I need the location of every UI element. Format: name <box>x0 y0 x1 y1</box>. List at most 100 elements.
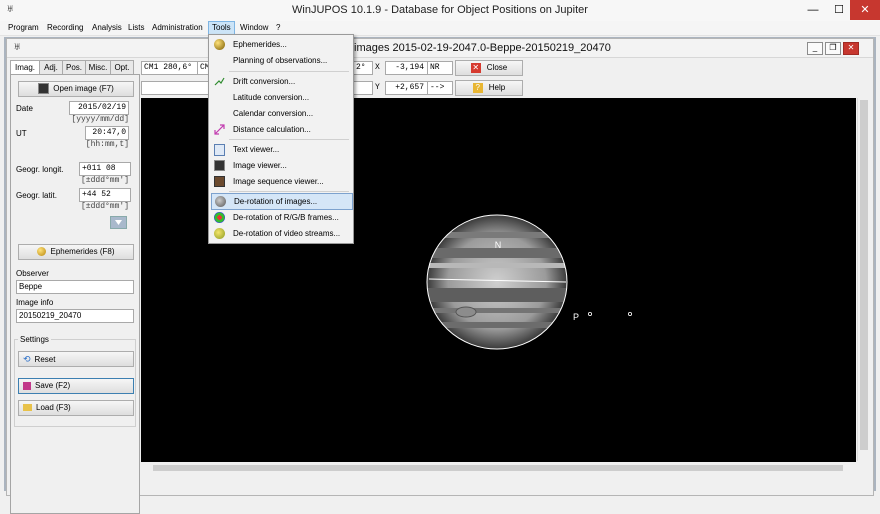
image-info-field[interactable]: 20150219_20470 <box>16 309 134 323</box>
chevron-down-icon <box>115 220 122 225</box>
observer-field[interactable]: Beppe <box>16 280 134 294</box>
menu-item-derotation-video[interactable]: De-rotation of video streams... <box>211 226 351 241</box>
angle-readout-2 <box>353 81 373 95</box>
menu-item-label: Planning of observations... <box>233 56 328 65</box>
tab-misc[interactable]: Misc. <box>85 60 111 75</box>
menu-item-latitude-conversion[interactable]: Latitude conversion... <box>211 90 351 105</box>
tab-opt[interactable]: Opt. <box>110 60 134 75</box>
reset-icon: ⟲ <box>23 354 31 364</box>
north-label: N <box>495 240 502 250</box>
image-info-label: Image info <box>16 298 54 307</box>
child-close-button[interactable]: ✕ <box>843 42 859 55</box>
menu-bar: Program Recording Analysis Lists Adminis… <box>0 21 880 36</box>
save-label: Save (F2) <box>35 381 71 390</box>
menu-window[interactable]: Window <box>237 22 271 34</box>
ut-label: UT <box>16 129 27 138</box>
image-window-title: images 2015-02-19-2047.0-Beppe-20150219_… <box>354 42 611 54</box>
minimize-button[interactable]: — <box>800 0 826 20</box>
menu-item-image-viewer[interactable]: Image viewer... <box>211 158 351 173</box>
image-settings-panel: Open image (F7) Date 2015/02/19 [yyyy/mm… <box>10 74 140 514</box>
longitude-field[interactable]: +011 08 <box>79 162 131 176</box>
menu-item-label: Drift conversion... <box>233 77 296 86</box>
menu-item-calendar-conversion[interactable]: Calendar conversion... <box>211 106 351 121</box>
menu-item-text-viewer[interactable]: Text viewer... <box>211 142 351 157</box>
vertical-scroll-thumb[interactable] <box>860 100 868 450</box>
open-image-label: Open image (F7) <box>53 84 114 93</box>
horizontal-scrollbar[interactable] <box>141 463 856 473</box>
open-image-button[interactable]: Open image (F7) <box>18 81 134 97</box>
menu-lists[interactable]: Lists <box>125 22 147 34</box>
ephemerides-icon <box>37 247 47 257</box>
y-label: Y <box>375 83 380 92</box>
vertical-scrollbar[interactable] <box>857 98 870 461</box>
video-icon <box>214 228 225 239</box>
menu-item-image-sequence-viewer[interactable]: Image sequence viewer... <box>211 174 351 189</box>
tab-imag[interactable]: Imag. <box>10 60 40 75</box>
arrow-readout: --> <box>427 81 453 95</box>
reset-label: Reset <box>34 355 56 364</box>
latitude-label: Geogr. latit. <box>16 191 57 200</box>
moon-marker <box>627 311 632 316</box>
menu-program[interactable]: Program <box>5 22 42 34</box>
close-label: Close <box>486 63 508 72</box>
help-button[interactable]: ? Help <box>455 80 523 96</box>
menu-recording[interactable]: Recording <box>44 22 86 34</box>
menu-item-label: Distance calculation... <box>233 125 311 134</box>
menu-tools[interactable]: Tools <box>208 21 235 35</box>
menu-administration[interactable]: Administration <box>149 22 206 34</box>
ephemerides-button[interactable]: Ephemerides (F8) <box>18 244 134 260</box>
tab-pos[interactable]: Pos. <box>62 60 86 75</box>
child-minimize-button[interactable]: _ <box>807 42 823 55</box>
expand-dropdown[interactable] <box>110 216 127 229</box>
longitude-format-hint: [±ddd°mm'] <box>80 176 129 185</box>
menu-item-label: De-rotation of R/G/B frames... <box>233 213 339 222</box>
menu-item-planning[interactable]: Planning of observations... <box>211 53 351 68</box>
menu-item-distance-calculation[interactable]: Distance calculation... <box>211 122 351 137</box>
menu-item-label: De-rotation of images... <box>234 197 318 206</box>
latitude-field[interactable]: +44 52 <box>79 188 131 202</box>
y-value: +2,657 <box>385 81 429 95</box>
menu-item-drift-conversion[interactable]: Drift conversion... <box>211 74 351 89</box>
distance-icon <box>214 124 225 135</box>
settings-group: Settings ⟲ Reset Save (F2) Load (F3) <box>14 335 136 427</box>
save-button[interactable]: Save (F2) <box>18 378 134 394</box>
close-window-button[interactable]: ✕ <box>850 0 880 20</box>
child-icon[interactable]: ♅ <box>13 41 21 53</box>
menu-help[interactable]: ? <box>273 22 283 34</box>
settings-label: Settings <box>18 335 51 344</box>
title-bar: ♅ WinJUPOS 10.1.9 - Database for Object … <box>0 0 880 21</box>
moon-marker <box>587 311 592 316</box>
date-label: Date <box>16 104 33 113</box>
maximize-button[interactable]: ☐ <box>826 0 852 20</box>
menu-separator <box>229 191 349 192</box>
horizontal-scroll-thumb[interactable] <box>153 465 843 471</box>
menu-analysis[interactable]: Analysis <box>89 22 125 34</box>
menu-item-label: Image sequence viewer... <box>233 177 324 186</box>
tab-adj[interactable]: Adj. <box>39 60 63 75</box>
ut-format-hint: [hh:mm,t] <box>85 140 129 149</box>
ephemerides-label: Ephemerides (F8) <box>50 247 115 256</box>
help-label: Help <box>488 83 506 92</box>
menu-item-derotation-images[interactable]: De-rotation of images... <box>211 193 353 210</box>
folder-icon <box>23 404 32 412</box>
date-field[interactable]: 2015/02/19 <box>69 101 129 115</box>
blank-readout <box>141 81 213 95</box>
menu-separator <box>229 139 349 140</box>
load-button[interactable]: Load (F3) <box>18 400 134 416</box>
cm1-readout: CM1 280,6° <box>141 61 199 75</box>
load-label: Load (F3) <box>36 403 71 412</box>
close-icon: ✕ <box>470 62 481 73</box>
close-button[interactable]: ✕ Close <box>455 60 523 76</box>
menu-item-derotation-rgb[interactable]: De-rotation of R/G/B frames... <box>211 210 351 225</box>
menu-item-label: Calendar conversion... <box>233 109 314 118</box>
rgb-icon <box>214 212 225 223</box>
observer-label: Observer <box>16 269 49 278</box>
text-viewer-icon <box>214 144 225 156</box>
ut-field[interactable]: 20:47,0 <box>85 126 129 140</box>
menu-item-ephemerides[interactable]: Ephemerides... <box>211 37 351 52</box>
reset-button[interactable]: ⟲ Reset <box>18 351 134 367</box>
menu-item-label: Text viewer... <box>233 145 280 154</box>
child-restore-button[interactable]: ❐ <box>825 42 841 55</box>
window-title: WinJUPOS 10.1.9 - Database for Object Po… <box>292 4 588 16</box>
menu-separator <box>229 71 349 72</box>
